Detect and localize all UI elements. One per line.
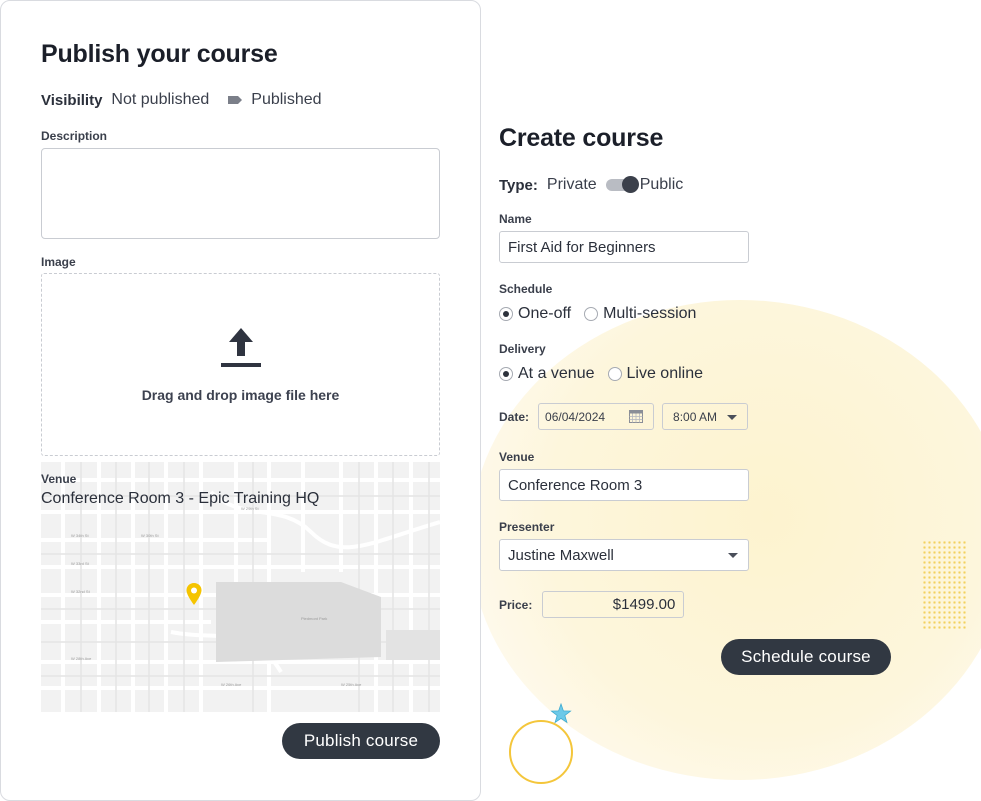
decorative-dot-pattern [922, 540, 966, 630]
date-row: Date: 06/04/2024 8:00 AM [499, 403, 749, 430]
map-pin-icon[interactable] [186, 583, 202, 605]
name-input[interactable]: First Aid for Beginners [499, 231, 749, 263]
schedule-radio-group: One-off Multi-session [499, 305, 696, 323]
publish-course-button[interactable]: Publish course [282, 723, 440, 759]
chevron-down-icon [728, 553, 738, 558]
create-course-title: Create course [499, 124, 664, 152]
radio-multi-session[interactable] [584, 307, 599, 321]
calendar-icon[interactable] [629, 410, 644, 423]
description-textarea[interactable] [41, 148, 440, 239]
svg-text:W 33rd St: W 33rd St [71, 561, 90, 566]
delivery-label: Delivery [499, 342, 546, 356]
radio-at-a-venue[interactable] [499, 367, 513, 381]
schedule-course-button[interactable]: Schedule course [721, 639, 891, 675]
tag-icon[interactable] [227, 95, 243, 105]
venue-field-label: Venue [499, 450, 535, 464]
name-label: Name [499, 212, 532, 226]
image-label: Image [41, 255, 76, 269]
course-type-row: Type: Private Public [499, 176, 683, 194]
radio-label-at-a-venue[interactable]: At a venue [518, 365, 595, 383]
upload-icon [221, 328, 261, 367]
presenter-value: Justine Maxwell [508, 546, 614, 564]
visibility-option-not-published[interactable]: Not published [111, 91, 209, 109]
venue-value: Conference Room 3 - Epic Training HQ [41, 490, 320, 507]
schedule-label: Schedule [499, 282, 553, 296]
chevron-down-icon [727, 415, 738, 420]
toggle-knob [621, 176, 639, 193]
svg-text:W 25th Ave: W 25th Ave [341, 682, 362, 687]
presenter-select[interactable]: Justine Maxwell [499, 539, 749, 571]
svg-text:W 30th St: W 30th St [141, 533, 159, 538]
date-input[interactable]: 06/04/2024 [538, 403, 655, 430]
type-option-private[interactable]: Private [547, 176, 597, 194]
description-label: Description [41, 129, 108, 143]
visibility-label: Visibility [41, 91, 103, 109]
type-label: Type: [499, 176, 538, 194]
svg-text:W 34th St: W 34th St [71, 533, 89, 538]
page-title: Publish your course [41, 40, 278, 68]
decorative-ring [509, 720, 573, 784]
radio-label-one-off[interactable]: One-off [518, 305, 571, 323]
venue-label: Venue [41, 472, 77, 486]
radio-label-live-online[interactable]: Live online [627, 365, 704, 383]
venue-input[interactable]: Conference Room 3 [499, 469, 749, 501]
date-value: 06/04/2024 [545, 409, 606, 424]
radio-one-off[interactable] [499, 307, 513, 321]
date-label: Date: [499, 409, 530, 424]
svg-text:W 26th Ave: W 26th Ave [221, 682, 242, 687]
presenter-label: Presenter [499, 520, 555, 534]
star-icon [550, 703, 572, 724]
dropzone-text: Drag and drop image file here [141, 387, 340, 403]
type-toggle[interactable] [605, 176, 639, 193]
visibility-option-published[interactable]: Published [251, 91, 321, 109]
visibility-row: Visibility Not published Published [41, 91, 322, 109]
radio-label-multi-session[interactable]: Multi-session [603, 305, 696, 323]
svg-text:W 28th Ave: W 28th Ave [71, 656, 92, 661]
price-input[interactable]: $1499.00 [542, 591, 685, 618]
price-label: Price: [499, 597, 533, 612]
delivery-radio-group: At a venue Live online [499, 365, 703, 383]
price-row: Price: $1499.00 [499, 591, 685, 618]
type-option-public[interactable]: Public [640, 176, 684, 194]
radio-live-online[interactable] [607, 367, 622, 381]
svg-text:Piedmont Park: Piedmont Park [301, 616, 327, 621]
time-value: 8:00 AM [673, 409, 718, 424]
image-dropzone[interactable]: Drag and drop image file here [41, 273, 440, 456]
time-select[interactable]: 8:00 AM [662, 403, 749, 430]
svg-text:W 32nd St: W 32nd St [71, 589, 91, 594]
